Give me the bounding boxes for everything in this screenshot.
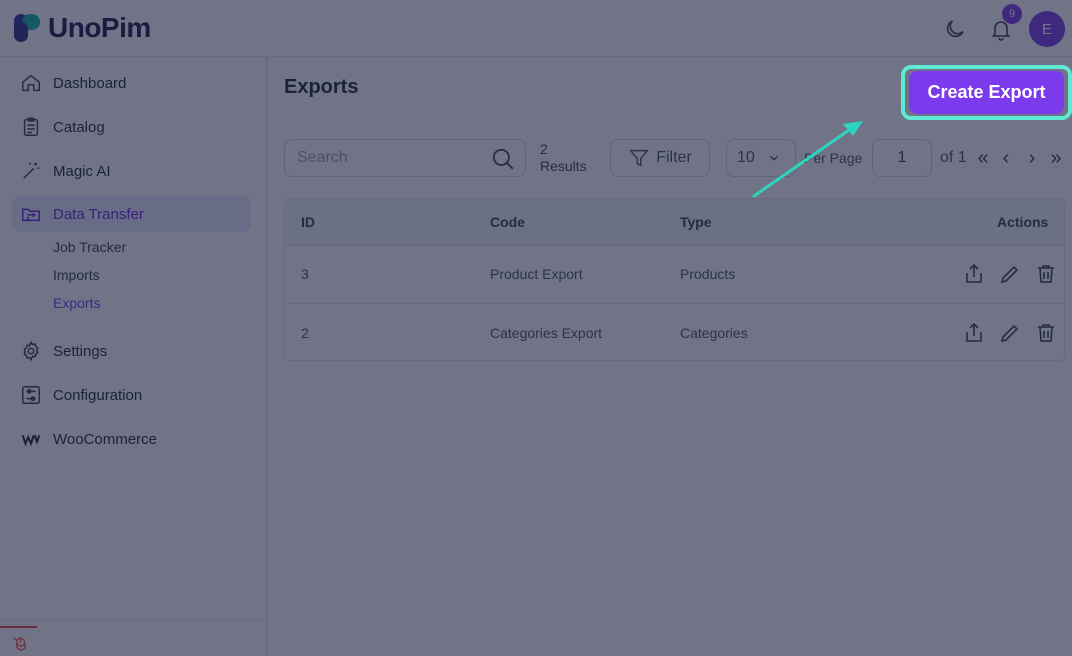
per-page-label: Per Page bbox=[804, 150, 863, 166]
laravel-debug-toggle[interactable] bbox=[0, 626, 37, 656]
edit-icon[interactable] bbox=[998, 321, 1022, 345]
next-page-button[interactable]: › bbox=[1022, 146, 1042, 170]
notification-badge: 9 bbox=[1002, 4, 1022, 24]
export-icon[interactable] bbox=[962, 262, 986, 286]
filter-label: Filter bbox=[656, 149, 692, 166]
first-page-button[interactable]: « bbox=[973, 146, 993, 170]
moon-icon bbox=[946, 20, 964, 38]
table-row: 2 Categories Export Categories bbox=[285, 305, 1064, 363]
cell-id: 2 bbox=[301, 325, 309, 341]
delete-icon[interactable] bbox=[1034, 321, 1058, 345]
last-page-button[interactable]: » bbox=[1046, 146, 1066, 170]
exports-table: ID Code Type Actions 3 Product Export Pr… bbox=[284, 198, 1065, 361]
results-count: 2 Results bbox=[540, 141, 587, 175]
notifications-button[interactable]: 9 bbox=[984, 4, 1022, 46]
table-row: 3 Product Export Products bbox=[285, 246, 1064, 304]
dark-mode-toggle[interactable] bbox=[938, 12, 972, 46]
top-header: UnoPim 9 E bbox=[0, 0, 1072, 57]
page-total-label: of 1 bbox=[940, 149, 967, 166]
sidebar-item-settings[interactable]: Settings bbox=[12, 333, 251, 369]
sidebar-item-label: WooCommerce bbox=[53, 430, 157, 448]
sidebar-item-magic-ai[interactable]: Magic AI bbox=[12, 153, 251, 189]
user-avatar[interactable]: E bbox=[1029, 11, 1065, 47]
results-label: Results bbox=[540, 158, 587, 174]
sidebar-item-dashboard[interactable]: Dashboard bbox=[12, 65, 251, 101]
sidebar-item-label: Configuration bbox=[53, 386, 143, 404]
magic-wand-icon bbox=[23, 162, 40, 179]
per-page-select[interactable]: 10 bbox=[726, 139, 796, 177]
sidebar-subitem-imports[interactable]: Imports bbox=[53, 267, 100, 283]
cell-type: Products bbox=[680, 266, 736, 282]
unopim-logo-icon bbox=[14, 14, 40, 42]
export-icon[interactable] bbox=[962, 321, 986, 345]
cell-id: 3 bbox=[301, 266, 309, 282]
sidebar-footer bbox=[0, 619, 266, 656]
sidebar-item-label: Settings bbox=[53, 342, 108, 360]
table-header: ID Code Type Actions bbox=[285, 199, 1064, 246]
sidebar: Dashboard Catalog Magic AI Data Transfer… bbox=[0, 57, 268, 656]
woocommerce-icon bbox=[21, 434, 41, 447]
previous-page-button[interactable]: ‹ bbox=[996, 146, 1016, 170]
sidebar-item-label: Catalog bbox=[53, 118, 105, 136]
sliders-icon bbox=[22, 386, 40, 404]
page-title: Exports bbox=[284, 76, 359, 98]
sidebar-item-label: Magic AI bbox=[53, 162, 111, 180]
sidebar-subitem-exports[interactable]: Exports bbox=[53, 295, 100, 311]
delete-icon[interactable] bbox=[1034, 262, 1058, 286]
sidebar-item-label: Dashboard bbox=[53, 74, 127, 92]
page-number-input[interactable] bbox=[872, 139, 932, 177]
cell-code: Product Export bbox=[490, 266, 583, 282]
column-header-actions: Actions bbox=[997, 214, 1049, 230]
column-header-id[interactable]: ID bbox=[301, 214, 315, 230]
sidebar-item-configuration[interactable]: Configuration bbox=[12, 377, 251, 413]
chevron-down-icon bbox=[770, 155, 778, 161]
sidebar-item-woocommerce[interactable]: WooCommerce bbox=[12, 421, 251, 457]
transfer-icon bbox=[22, 208, 40, 222]
filter-icon bbox=[629, 149, 650, 167]
clipboard-icon bbox=[23, 117, 39, 136]
sidebar-item-label: Data Transfer bbox=[53, 205, 144, 223]
create-export-button[interactable]: Create Export bbox=[909, 71, 1064, 114]
column-header-type[interactable]: Type bbox=[680, 214, 712, 230]
gear-icon bbox=[23, 340, 39, 362]
cell-type: Categories bbox=[680, 325, 748, 341]
cell-code: Categories Export bbox=[490, 325, 603, 341]
home-icon bbox=[22, 74, 40, 92]
filter-button[interactable]: Filter bbox=[610, 139, 710, 177]
logo-text: UnoPim bbox=[48, 12, 151, 43]
laravel-icon bbox=[12, 636, 26, 651]
column-header-code[interactable]: Code bbox=[490, 214, 525, 230]
search-icon[interactable] bbox=[490, 146, 516, 172]
logo[interactable]: UnoPim bbox=[12, 12, 151, 44]
sidebar-item-catalog[interactable]: Catalog bbox=[12, 109, 251, 145]
results-number: 2 bbox=[540, 141, 548, 157]
sidebar-item-data-transfer[interactable]: Data Transfer bbox=[12, 196, 251, 232]
per-page-value: 10 bbox=[737, 149, 755, 166]
sidebar-subitem-job-tracker[interactable]: Job Tracker bbox=[53, 239, 126, 255]
edit-icon[interactable] bbox=[998, 262, 1022, 286]
